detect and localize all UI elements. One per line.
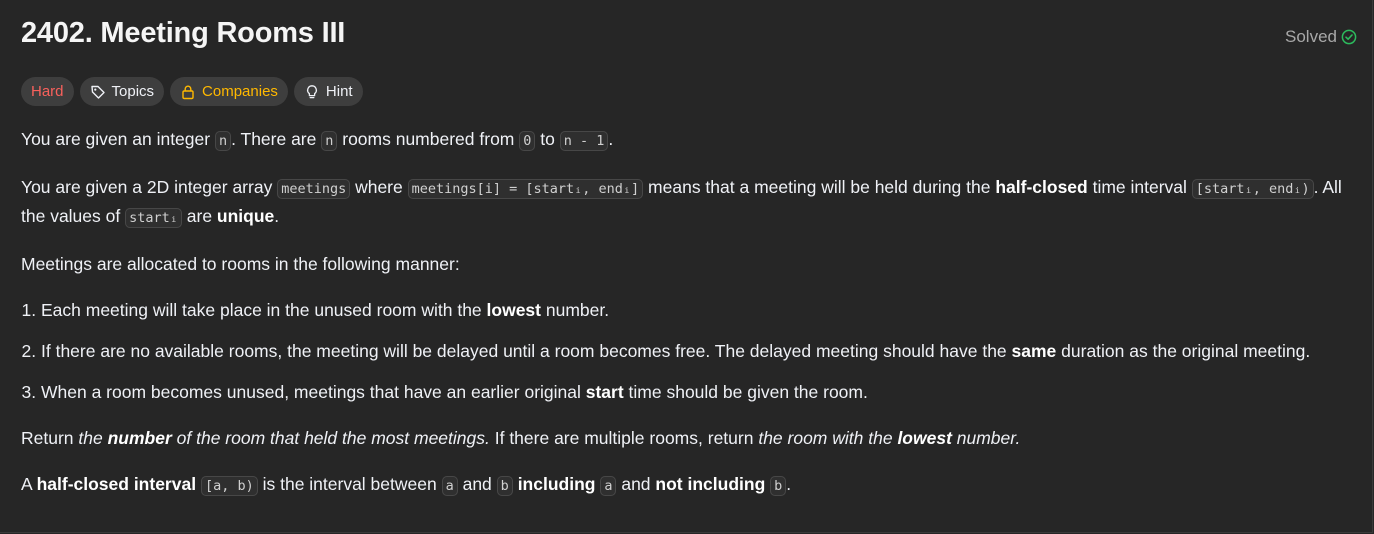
inline-code: [startᵢ, endᵢ) — [1191, 179, 1314, 199]
bold-text: lowest — [486, 300, 541, 320]
hint-button[interactable]: Hint — [293, 77, 363, 106]
text: where — [350, 177, 408, 197]
description-paragraph-5: A half-closed interval [a, b) is the int… — [21, 471, 1361, 500]
text: means that a meeting will be held during… — [643, 177, 996, 197]
inline-code: n - 1 — [559, 131, 609, 151]
text: A — [21, 474, 37, 494]
text: is the interval between — [257, 474, 442, 494]
inline-code: a — [441, 476, 458, 496]
list-item: If there are no available rooms, the mee… — [41, 338, 1361, 365]
inline-code: startᵢ — [125, 208, 182, 228]
problem-description: You are given an integer n. There are n … — [21, 126, 1361, 519]
tag-bar: Hard Topics Companies Hint — [21, 77, 363, 106]
list-item: Each meeting will take place in the unus… — [41, 297, 1361, 324]
inline-code: a — [600, 476, 617, 496]
text: rooms numbered from — [337, 129, 520, 149]
problem-title: 2402. Meeting Rooms III — [21, 17, 346, 49]
difficulty-badge: Hard — [21, 77, 74, 106]
inline-code: n — [321, 131, 338, 151]
solved-label: Solved — [1285, 27, 1337, 46]
list-item: When a room becomes unused, meetings tha… — [41, 379, 1361, 406]
inline-code: b — [770, 476, 787, 496]
text: . There are — [231, 129, 322, 149]
bold-text: start — [585, 382, 624, 402]
text: to — [535, 129, 560, 149]
topics-label: Topics — [111, 83, 155, 100]
check-circle-icon — [1341, 29, 1357, 45]
companies-label: Companies — [202, 83, 278, 100]
text: You are given an integer — [21, 129, 215, 149]
difficulty-label: Hard — [31, 83, 64, 100]
bold-text: unique — [216, 206, 275, 226]
bold-text: half-closed interval — [36, 474, 197, 494]
text: When a room becomes unused, meetings tha… — [41, 382, 586, 402]
text: If there are no available rooms, the mee… — [41, 341, 1012, 361]
bold-text: including — [517, 474, 596, 494]
topics-button[interactable]: Topics — [79, 77, 165, 106]
bold-italic-text: number — [107, 428, 172, 448]
solved-status: Solved — [1285, 27, 1357, 47]
text: You are given a 2D integer array — [21, 177, 278, 197]
bold-italic-text: lowest — [897, 428, 952, 448]
inline-code: meetings — [277, 179, 351, 199]
text: Return — [21, 428, 79, 448]
italic-text: the room with the — [758, 428, 898, 448]
italic-text: number. — [951, 428, 1021, 448]
hint-label: Hint — [325, 83, 353, 100]
text: number. — [541, 300, 610, 320]
text: and — [457, 474, 497, 494]
description-paragraph-2: You are given a 2D integer array meeting… — [21, 174, 1361, 232]
italic-text: the — [78, 428, 108, 448]
lock-icon — [180, 84, 196, 100]
inline-code: [a, b) — [200, 476, 258, 496]
description-paragraph-1: You are given an integer n. There are n … — [21, 126, 1361, 155]
italic-text: of the room that held the most meetings. — [171, 428, 490, 448]
bold-text: not including — [655, 474, 766, 494]
companies-button[interactable]: Companies — [170, 77, 288, 106]
bold-text: same — [1011, 341, 1057, 361]
inline-code: meetings[i] = [startᵢ, endᵢ] — [407, 179, 644, 199]
text: are — [181, 206, 217, 226]
text: . — [786, 474, 792, 494]
text: time should be given the room. — [623, 382, 868, 402]
text: If there are multiple rooms, return — [489, 428, 759, 448]
inline-code: n — [214, 131, 232, 151]
inline-code: b — [496, 476, 513, 496]
allocation-rules-list: Each meeting will take place in the unus… — [21, 297, 1361, 406]
description-paragraph-3: Meetings are allocated to rooms in the f… — [21, 254, 460, 274]
text: . — [274, 206, 280, 226]
lightbulb-icon — [304, 84, 320, 100]
inline-code: 0 — [519, 131, 536, 151]
text: Each meeting will take place in the unus… — [41, 300, 487, 320]
text: time interval — [1087, 177, 1192, 197]
text: . — [608, 129, 614, 149]
text: duration as the original meeting. — [1056, 341, 1311, 361]
description-paragraph-4: Return the number of the room that held … — [21, 425, 1361, 452]
text: and — [616, 474, 656, 494]
tag-icon — [90, 84, 106, 100]
bold-text: half-closed — [995, 177, 1088, 197]
